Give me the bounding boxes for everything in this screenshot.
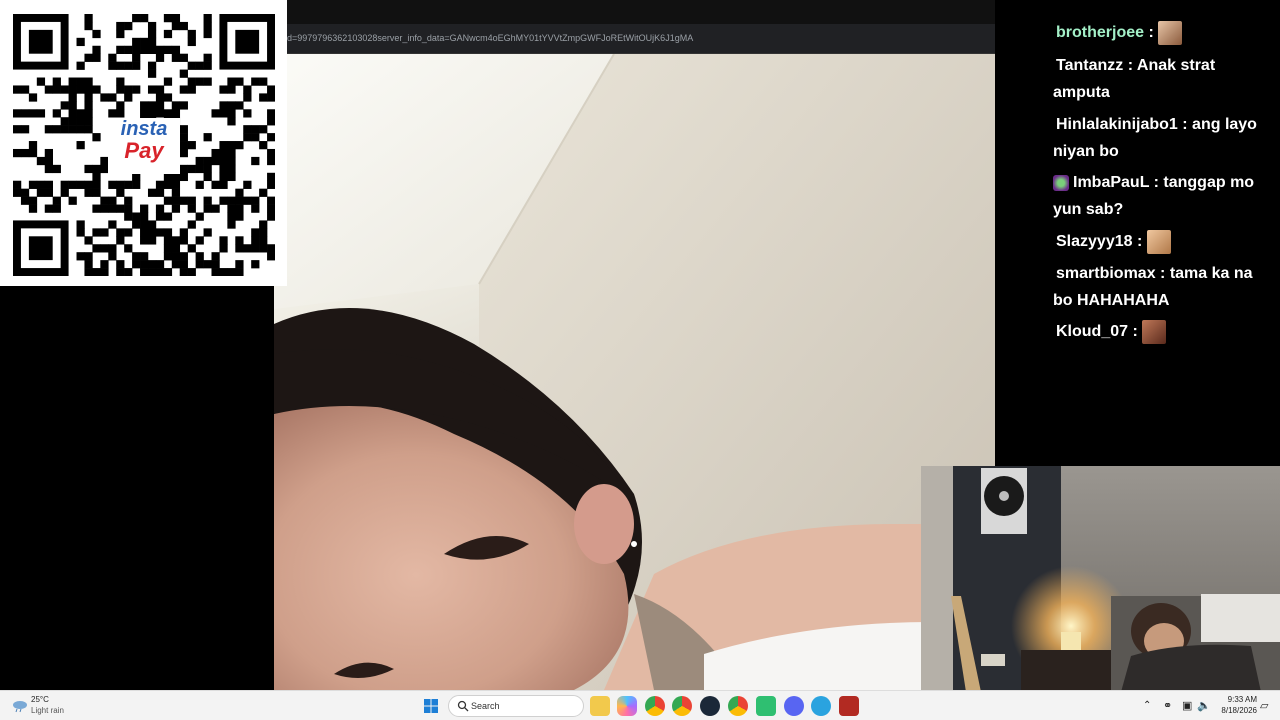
notification-icon[interactable]: ▱ — [1260, 699, 1268, 712]
chat-panel: brotherjoee : Tantanzz : Anak strat ampu… — [995, 0, 1280, 466]
streamer-webcam — [921, 466, 1280, 692]
main-camera-feed — [274, 54, 995, 690]
stream-screen: — ❐ d=9979796362103028server_info_data=G… — [0, 0, 1280, 720]
face-emote-icon — [1142, 319, 1167, 344]
chat-message: ImbaPauL : tanggap mo yun sab? — [1053, 174, 1255, 218]
chat-message: smartbiomax : tama ka na bo HAHAHAHA — [1053, 265, 1253, 309]
logo-line2: Pay — [124, 138, 164, 163]
chrome-profile-icon[interactable] — [672, 696, 692, 716]
taskbar-time[interactable]: 9:33 AM — [1221, 695, 1257, 704]
chat-username: Kloud_07 — [1056, 323, 1129, 340]
search-label: Search — [471, 701, 500, 711]
webcam-scene — [921, 466, 1280, 692]
microphone-icon[interactable]: ⚭ — [1163, 699, 1172, 712]
logo-line1: insta — [120, 118, 168, 140]
chat-message: Kloud_07 : — [1056, 318, 1278, 345]
taskbar: 25°C Light rain Search ⌃ ⚭ ▣ 🔈 9:33 AM 8… — [0, 690, 1280, 720]
face-emote-icon — [1146, 229, 1171, 254]
rain-cloud-icon — [13, 701, 27, 713]
chevron-up-icon[interactable]: ⌃ — [1143, 700, 1151, 711]
chat-message: Hinlalakinijabo1 : ang layo niyan bo — [1053, 116, 1257, 160]
chrome-icon[interactable] — [645, 696, 665, 716]
chat-message: brotherjoee : — [1056, 19, 1278, 46]
chat-message: Tantanzz : Anak strat amputa — [1053, 57, 1216, 101]
windows-start-icon[interactable] — [421, 696, 441, 716]
dota2-icon[interactable] — [839, 696, 859, 716]
chat-username: Hinlalakinijabo1 — [1056, 116, 1178, 133]
chat-username: Tantanzz — [1056, 57, 1124, 74]
chat-username: smartbiomax — [1056, 265, 1156, 282]
copilot-icon[interactable] — [617, 696, 637, 716]
qr-code-overlay: insta Pay — [0, 0, 287, 286]
chat-username: ImbaPauL — [1073, 174, 1150, 191]
weather-condition: Light rain — [31, 706, 64, 715]
search-icon — [457, 700, 469, 712]
volume-icon[interactable]: 🔈 — [1197, 699, 1211, 712]
joker-badge-icon — [1053, 174, 1069, 191]
chrome-profile-2-icon[interactable] — [728, 696, 748, 716]
camera-scene — [274, 54, 995, 690]
taskbar-search[interactable]: Search — [448, 695, 584, 717]
chat-username: Slazyyy18 — [1056, 233, 1133, 250]
network-icon[interactable]: ▣ — [1182, 699, 1192, 712]
face-emote-icon — [1158, 20, 1183, 45]
telegram-icon[interactable] — [811, 696, 831, 716]
discord-icon[interactable] — [784, 696, 804, 716]
file-explorer-icon[interactable] — [590, 696, 610, 716]
weather-temp: 25°C — [31, 695, 49, 704]
instapay-logo: insta Pay — [108, 118, 180, 174]
url-text[interactable]: d=9979796362103028server_info_data=GANwc… — [287, 33, 693, 43]
chat-username: brotherjoee — [1056, 24, 1145, 41]
taskbar-date[interactable]: 8/18/2026 — [1213, 706, 1257, 715]
steam-icon[interactable] — [700, 696, 720, 716]
chat-app-icon[interactable] — [756, 696, 776, 716]
chat-message: Slazyyy18 : — [1056, 228, 1278, 255]
